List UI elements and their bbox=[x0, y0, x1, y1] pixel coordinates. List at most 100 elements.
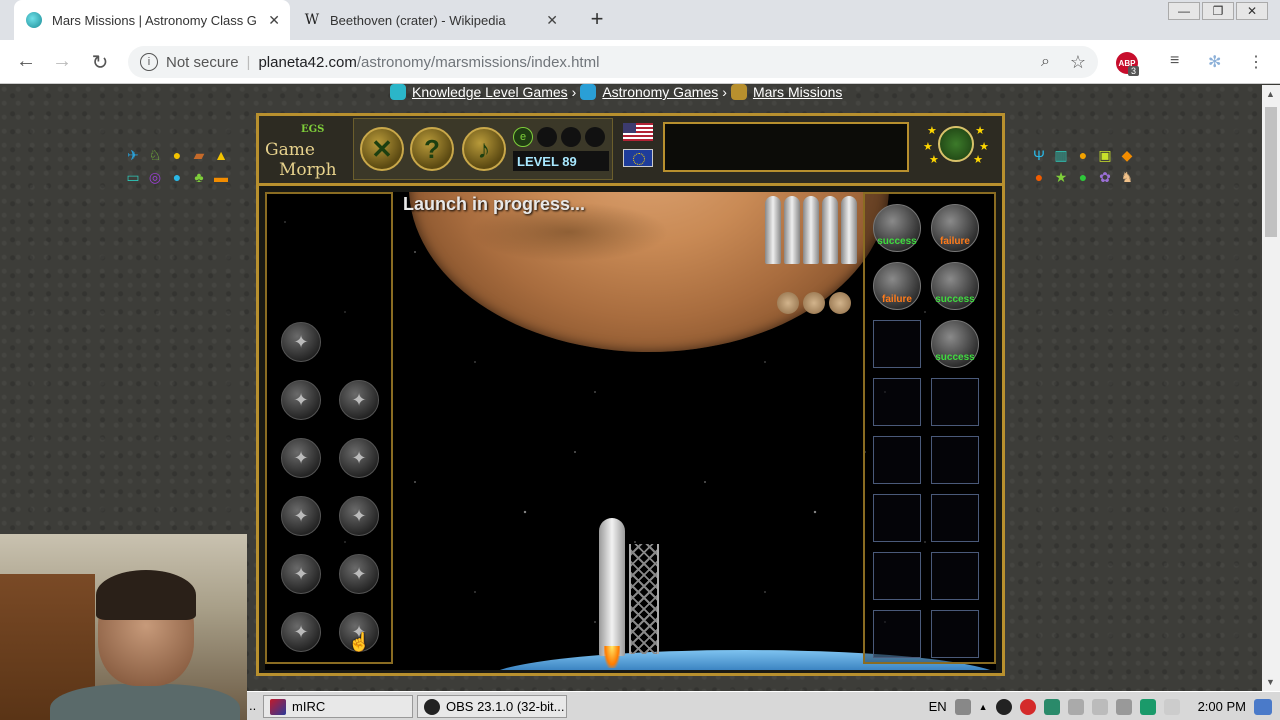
close-tab-icon[interactable]: ✕ bbox=[268, 12, 280, 29]
minimize-icon[interactable]: — bbox=[1168, 2, 1200, 20]
mission-slot-empty[interactable] bbox=[931, 378, 979, 426]
us-flag-icon[interactable] bbox=[623, 123, 653, 141]
mission-slot-empty[interactable] bbox=[931, 494, 979, 542]
piggy-bank-icon[interactable]: ● bbox=[1074, 146, 1092, 164]
eu-flag-icon[interactable] bbox=[623, 149, 653, 167]
reload-icon[interactable]: ↻ bbox=[88, 50, 112, 75]
atom-icon[interactable]: ◎ bbox=[146, 168, 164, 186]
media-icon[interactable]: ≡ bbox=[1170, 52, 1179, 70]
flask-icon[interactable]: ▲ bbox=[212, 146, 230, 164]
ball-icon[interactable]: ● bbox=[1030, 168, 1048, 186]
back-icon[interactable]: ← bbox=[14, 50, 38, 73]
tab-mars-missions[interactable]: Mars Missions | Astronomy Class Ga ✕ bbox=[14, 0, 290, 40]
mission-slot-empty[interactable] bbox=[931, 552, 979, 600]
zoom-icon[interactable]: ⌕ bbox=[1041, 53, 1050, 71]
star-icon[interactable]: ★ bbox=[1052, 168, 1070, 186]
obs-tray-icon[interactable] bbox=[995, 698, 1012, 715]
probe-6[interactable]: ✦ bbox=[281, 496, 321, 536]
mission-slot-4[interactable]: success bbox=[931, 262, 979, 310]
probe-selector-panel: ✦ ✦ ✦ ✦ ✦ ✦ ✦ ✦ ✦ ✦ ✦ bbox=[265, 192, 393, 664]
flag-icon[interactable] bbox=[1163, 698, 1180, 715]
mission-slot-empty[interactable] bbox=[873, 436, 921, 484]
mission-slot-1[interactable]: success bbox=[873, 204, 921, 252]
tab-wikipedia[interactable]: W Beethoven (crater) - Wikipedia ✕ bbox=[292, 0, 568, 40]
achievement-badge[interactable]: ★ ★ ★ ★ ★ ★ bbox=[921, 120, 991, 168]
mission-slot-6[interactable]: success bbox=[931, 320, 979, 368]
mission-result: success bbox=[935, 352, 975, 363]
forward-icon[interactable]: → bbox=[50, 50, 74, 73]
breadcrumb-mars-missions[interactable]: Mars Missions bbox=[753, 84, 842, 100]
probe-9[interactable]: ✦ bbox=[339, 554, 379, 594]
film-icon[interactable]: ✿ bbox=[1096, 168, 1114, 186]
info-icon[interactable]: i bbox=[140, 53, 158, 71]
mission-slot-empty[interactable] bbox=[931, 610, 979, 658]
probe-10[interactable]: ✦ bbox=[281, 612, 321, 652]
show-desktop-icon[interactable] bbox=[1254, 698, 1272, 715]
page-scrollbar[interactable]: ▲ ▼ bbox=[1262, 85, 1280, 691]
new-tab-button[interactable]: + bbox=[584, 6, 610, 32]
probe-1[interactable]: ✦ bbox=[281, 322, 321, 362]
printer-icon[interactable] bbox=[954, 698, 971, 715]
security-label[interactable]: Not secure bbox=[166, 54, 239, 71]
probe-5[interactable]: ✦ bbox=[339, 438, 379, 478]
close-tab-icon[interactable]: ✕ bbox=[546, 12, 558, 29]
url-path[interactable]: /astronomy/marsmissions/index.html bbox=[357, 54, 600, 71]
probe-8[interactable]: ✦ bbox=[281, 554, 321, 594]
tray-expand-icon[interactable]: ▲ bbox=[979, 702, 988, 712]
gear-icon[interactable]: ● bbox=[1074, 168, 1092, 186]
clock[interactable]: 2:00 PM bbox=[1198, 699, 1246, 714]
music-toggle-button[interactable]: ♪ bbox=[462, 127, 506, 171]
language-indicator[interactable]: EN bbox=[929, 699, 947, 714]
speech-bubble-icon[interactable]: ● bbox=[168, 168, 186, 186]
taskbar-obs[interactable]: OBS 23.1.0 (32-bit... bbox=[417, 695, 567, 718]
restore-icon[interactable]: ❐ bbox=[1202, 2, 1234, 20]
psychology-icon[interactable]: Ψ bbox=[1030, 146, 1048, 164]
computer-icon[interactable]: ▭ bbox=[124, 168, 142, 186]
lightbulb-icon[interactable]: ● bbox=[168, 146, 186, 164]
probe-3[interactable]: ✦ bbox=[339, 380, 379, 420]
breadcrumb-astronomy-games[interactable]: Astronomy Games bbox=[602, 84, 718, 100]
mission-slot-3[interactable]: failure bbox=[873, 262, 921, 310]
opera-icon[interactable] bbox=[1019, 698, 1036, 715]
telescope-icon[interactable]: ✈ bbox=[124, 146, 142, 164]
probe-7[interactable]: ✦ bbox=[339, 496, 379, 536]
probe-4[interactable]: ✦ bbox=[281, 438, 321, 478]
rocket-icon bbox=[822, 196, 838, 264]
volume-icon[interactable] bbox=[1091, 698, 1108, 715]
castle-icon[interactable]: ▣ bbox=[1096, 146, 1114, 164]
game-morph-logo[interactable]: EGS Game Morph bbox=[265, 120, 349, 180]
cube-icon[interactable]: ◆ bbox=[1118, 146, 1136, 164]
tray-app-icon[interactable] bbox=[1043, 698, 1060, 715]
clipboard-icon[interactable] bbox=[1067, 698, 1084, 715]
help-button[interactable]: ? bbox=[410, 127, 454, 171]
hat-icon[interactable]: ▬ bbox=[212, 168, 230, 186]
address-bar[interactable]: i Not secure | planeta42.com/astronomy/m… bbox=[128, 46, 1098, 78]
close-game-button[interactable]: ✕ bbox=[360, 127, 404, 171]
mission-slot-empty[interactable] bbox=[873, 552, 921, 600]
mission-slot-empty[interactable] bbox=[873, 610, 921, 658]
extension-icon[interactable]: ✻ bbox=[1208, 52, 1221, 72]
chess-icon[interactable]: ♞ bbox=[1118, 168, 1136, 186]
mission-slot-5[interactable] bbox=[873, 320, 921, 368]
mission-slot-empty[interactable] bbox=[873, 378, 921, 426]
mission-slot-2[interactable]: failure bbox=[931, 204, 979, 252]
menu-icon[interactable]: ⋮ bbox=[1248, 52, 1264, 72]
mission-slot-empty[interactable] bbox=[931, 436, 979, 484]
microscope-icon[interactable]: ♘ bbox=[146, 146, 164, 164]
url-domain[interactable]: planeta42.com bbox=[258, 54, 356, 71]
taskbar-mirc[interactable]: mIRC bbox=[263, 695, 413, 718]
scroll-up-icon[interactable]: ▲ bbox=[1266, 89, 1275, 99]
network-icon[interactable] bbox=[1115, 698, 1132, 715]
dna-icon[interactable]: ♣ bbox=[190, 168, 208, 186]
museum-icon[interactable]: ▥ bbox=[1052, 146, 1070, 164]
bookmark-star-icon[interactable]: ☆ bbox=[1070, 52, 1086, 73]
book-icon[interactable]: ▰ bbox=[190, 146, 208, 164]
taskbar-overflow[interactable]: .. bbox=[249, 698, 256, 713]
window-close-icon[interactable]: ✕ bbox=[1236, 2, 1268, 20]
breadcrumb-knowledge-level-games[interactable]: Knowledge Level Games bbox=[412, 84, 568, 100]
outlook-icon[interactable] bbox=[1139, 698, 1156, 715]
mission-slot-empty[interactable] bbox=[873, 494, 921, 542]
scroll-down-icon[interactable]: ▼ bbox=[1266, 677, 1275, 687]
probe-2[interactable]: ✦ bbox=[281, 380, 321, 420]
scroll-thumb[interactable] bbox=[1265, 107, 1277, 237]
